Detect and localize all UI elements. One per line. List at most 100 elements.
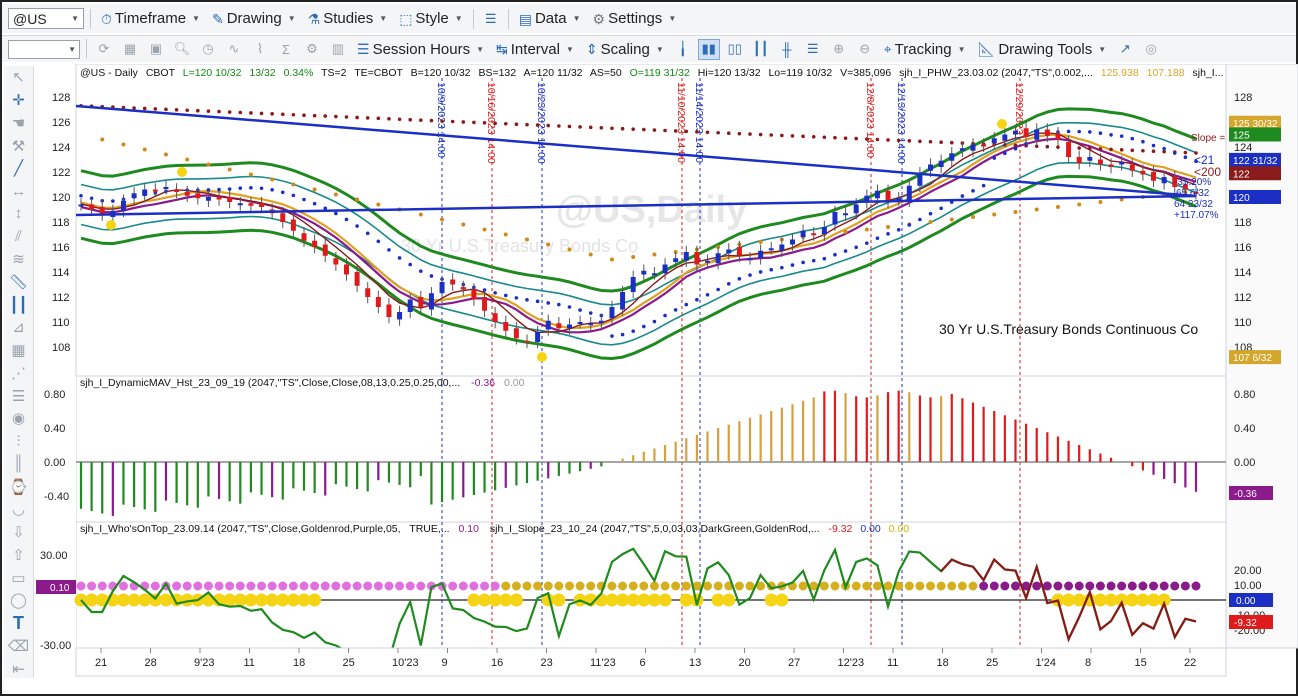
rectangle-icon[interactable]: ▭ <box>7 568 31 587</box>
ma-dot-orange <box>1077 202 1082 207</box>
timer-icon[interactable]: ◷ <box>197 39 219 60</box>
fibonacci-icon[interactable]: ≋ <box>7 250 31 269</box>
drawing-label: Drawing <box>226 10 282 27</box>
hollow-candle-icon[interactable]: ▯▯ <box>724 39 746 60</box>
time-icon[interactable]: ⌚ <box>7 477 31 496</box>
ma-dot-blue <box>525 297 529 302</box>
header-volume: V=385,096 <box>840 67 891 79</box>
channel-icon[interactable]: ⫽ <box>7 227 31 246</box>
palette-icon[interactable]: ◎ <box>1140 39 1162 60</box>
ma-dot-darkred <box>493 121 497 126</box>
collapse-icon[interactable]: ⇤ <box>7 659 31 678</box>
layout-icon[interactable]: ☰ <box>480 8 502 29</box>
studies-button[interactable]: ⚗ Studies ▼ <box>304 7 392 30</box>
symbol-value: @US <box>13 10 47 27</box>
gann-icon[interactable]: ⊿ <box>7 318 31 337</box>
bar-chart-icon[interactable]: ╽ <box>672 39 694 60</box>
price-tick-label-left: 108 <box>52 342 70 354</box>
settings-button[interactable]: ⚙ Settings ▼ <box>589 7 681 30</box>
ma-dot-darkred <box>578 125 582 129</box>
chart-canvas[interactable]: @US,Daily 30 Yr U.S.Treasury Bonds Co 10… <box>36 64 1298 678</box>
trendline-icon[interactable]: ╱ <box>7 159 31 178</box>
session-hours-button[interactable]: ☰ Session Hours ▼ <box>353 39 488 60</box>
candlestick-icon[interactable]: ▮▮ <box>697 38 720 60</box>
candle-body <box>386 304 392 317</box>
format-icon[interactable]: ▥ <box>327 39 349 60</box>
ohlc-icon[interactable]: ╫ <box>776 39 798 60</box>
cycle-icon[interactable]: ◉ <box>7 409 31 428</box>
whos-on-top-dot <box>586 581 596 591</box>
price-tick-label-left: 126 <box>52 117 70 129</box>
candle-body <box>439 282 445 294</box>
bars-icon[interactable]: ┃┃ <box>7 295 31 314</box>
data-button[interactable]: ▤ Data ▼ <box>515 7 585 30</box>
vertical-line-icon[interactable]: ↕ <box>7 204 31 223</box>
ruler-icon[interactable]: 📏︎ <box>7 273 31 292</box>
eraser-icon[interactable]: ⌫ <box>7 637 31 656</box>
price-tick-label: 114 <box>1234 267 1252 279</box>
ma-dot-blue <box>673 308 678 312</box>
workspace-select[interactable]: ▼ <box>8 39 80 59</box>
wrench-icon[interactable]: ⚙ <box>301 39 323 60</box>
crosshair-icon[interactable]: ✛ <box>7 91 31 110</box>
hand-icon[interactable]: ☚ <box>7 113 31 132</box>
sigma-icon[interactable]: Σ <box>275 39 297 60</box>
pct-up-label: +117.07% <box>1174 210 1219 221</box>
window-icon[interactable]: ▣ <box>145 39 167 60</box>
magnifier-icon[interactable]: 🔍︎ <box>171 39 193 60</box>
volume-bars-icon[interactable]: ┃┃ <box>750 39 772 60</box>
pointer-icon[interactable]: ↖ <box>7 68 31 87</box>
pivot-marker <box>537 352 547 362</box>
ma-dot-darkred <box>928 139 933 144</box>
drawing-button[interactable]: ✎ Drawing ▼ <box>208 7 300 30</box>
ma-dot-blue <box>334 211 338 216</box>
style-button[interactable]: ⬚ Style ▼ <box>395 7 467 30</box>
wrench-icon[interactable]: ⚒ <box>7 136 31 155</box>
andrews-icon[interactable]: ⫶ <box>7 432 31 451</box>
refresh-icon[interactable]: ⟳ <box>93 39 115 60</box>
candle-body <box>482 297 488 311</box>
bars-outline-icon[interactable]: ║ <box>7 454 31 473</box>
whos-on-top-dot <box>575 581 585 591</box>
ma-dot-blue <box>758 270 763 274</box>
price-tick-label-left: 120 <box>52 192 70 204</box>
horizontal-line-icon[interactable]: ↔ <box>7 182 31 201</box>
grid-icon[interactable]: ▦ <box>7 341 31 360</box>
ma-dot-blue <box>1066 129 1071 134</box>
zoom-in-icon[interactable]: ⊕ <box>828 39 850 60</box>
ma-dot-blue <box>737 277 742 281</box>
chart-icon[interactable]: ⌇ <box>249 39 271 60</box>
trend-icon[interactable]: ↗ <box>1114 39 1136 60</box>
whos-on-top-dot <box>957 581 967 591</box>
arc-icon[interactable]: ◡ <box>7 500 31 519</box>
arrow-up-icon[interactable]: ⇧ <box>7 545 31 564</box>
split-pane-icon[interactable]: ☰ <box>802 39 824 60</box>
pct-down-label: -35.20% <box>1174 177 1211 188</box>
speed-lines-icon[interactable]: ⋰ <box>7 364 31 383</box>
header-ask: A=120 11/32 <box>523 67 582 79</box>
regression-icon[interactable]: ☰ <box>7 386 31 405</box>
scaling-button[interactable]: ⇕ Scaling ▼ <box>582 39 668 60</box>
ma-dot-orange <box>525 237 529 242</box>
ma-dot-blue <box>302 197 306 202</box>
ma-dot-darkred <box>302 113 306 117</box>
timeframe-button[interactable]: ⏱ Timeframe ▼ <box>97 7 204 30</box>
ellipse-icon[interactable]: ◯ <box>7 591 31 610</box>
arrow-down-icon[interactable]: ⇩ <box>7 523 31 542</box>
text-icon[interactable]: T <box>7 613 31 633</box>
drawing-tools-button[interactable]: 📐︎ Drawing Tools ▼ <box>974 39 1111 60</box>
whos-on-top-dot <box>734 581 744 591</box>
ma-dot-blue <box>419 269 423 273</box>
interval-button[interactable]: ↹ Interval ▼ <box>492 39 578 60</box>
wave-icon[interactable]: ∿ <box>223 39 245 60</box>
ma-dot-blue <box>716 287 720 292</box>
zoom-out-icon[interactable]: ⊖ <box>854 39 876 60</box>
candle-body <box>651 273 657 276</box>
grid-icon[interactable]: ▦ <box>119 39 141 60</box>
candle-body <box>832 212 838 225</box>
ma-dot-blue <box>875 236 880 240</box>
ma-dot-blue <box>1088 130 1092 134</box>
tracking-button[interactable]: ⌖ Tracking ▼ <box>880 39 970 60</box>
symbol-input[interactable]: @US ▼ <box>8 8 84 29</box>
slope-neg-tag-label: -9.32 <box>1234 618 1257 629</box>
